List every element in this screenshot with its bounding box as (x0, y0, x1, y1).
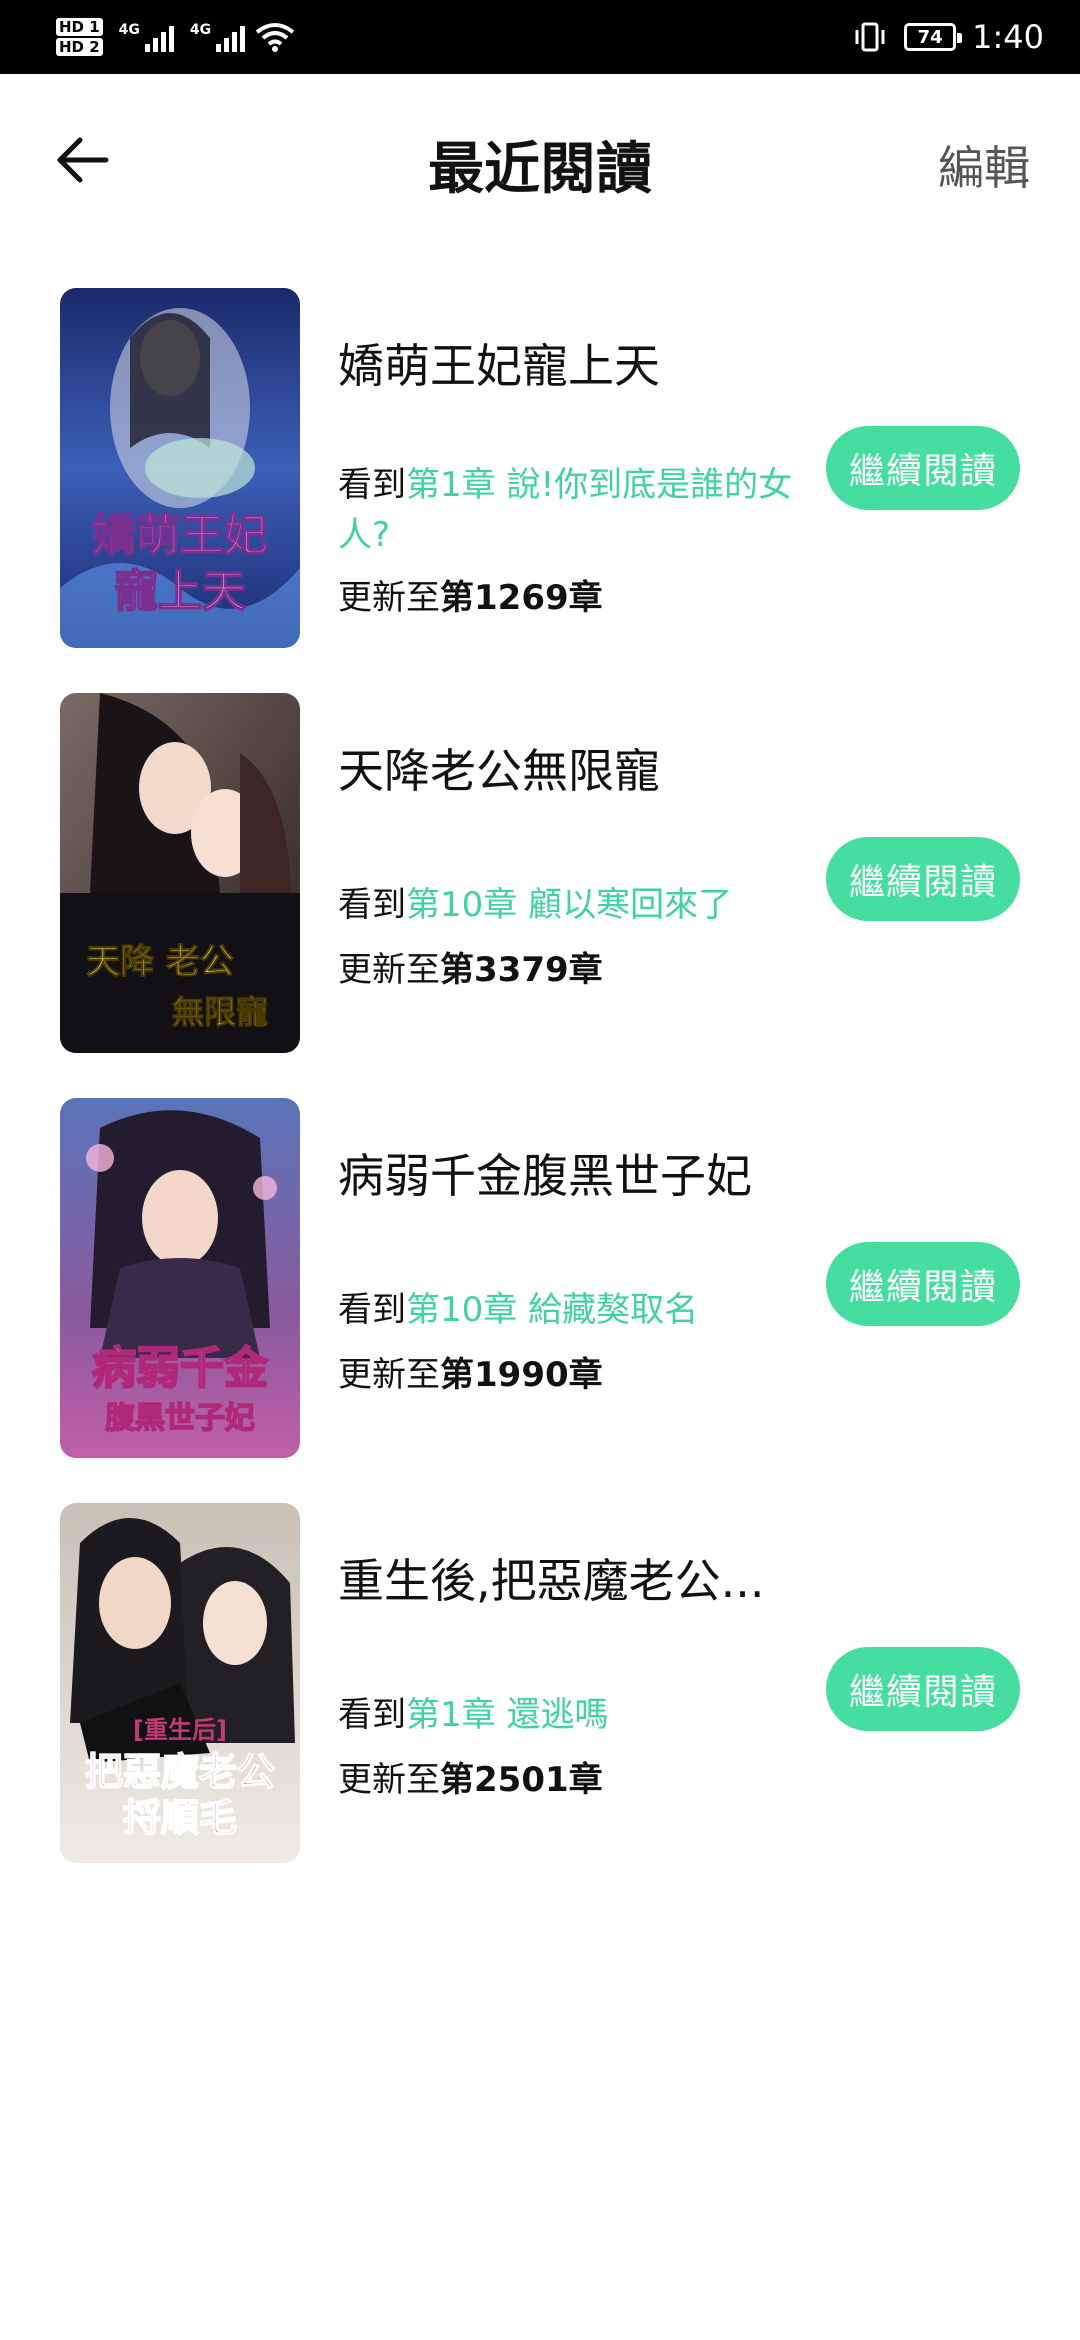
cover-title-line-2: 無限寵 (172, 993, 268, 1031)
status-bar: HD 1 HD 2 4G 4G 74 1:40 (0, 0, 1080, 74)
cover-title-line-2: 腹黑世子妃 (105, 1401, 255, 1436)
cover-title-line-1: 嬌萌王妃 (92, 510, 268, 561)
list-item[interactable]: 嬌萌王妃 寵上天 嬌萌王妃寵上天 看到第1章 說!你到底是誰的女人? 更新至第1… (0, 250, 1080, 655)
update-chapter: 第2501章 (440, 1760, 603, 1800)
book-cover[interactable]: 病弱千金 腹黑世子妃 (60, 1098, 300, 1458)
vibrate-icon (855, 22, 885, 52)
signal-icon: 4G (119, 22, 174, 52)
cover-title-line-1: 天降 老公 (86, 942, 234, 982)
continue-reading-button[interactable]: 繼續閱讀 (826, 426, 1020, 510)
cover-image: [重生后] 把惡魔老公 捋順毛 (60, 1503, 300, 1863)
read-progress: 看到第1章 說!你到底是誰的女人? (338, 460, 818, 560)
app-header: 最近閱讀 編輯 (0, 74, 1080, 249)
hd-indicators: HD 1 HD 2 (56, 18, 103, 56)
cover-image: 病弱千金 腹黑世子妃 (60, 1098, 300, 1458)
update-info: 更新至第1269章 (338, 570, 603, 619)
cover-image: 嬌萌王妃 寵上天 (60, 288, 300, 648)
read-chapter-link[interactable]: 第10章 顧以寒回來了 (406, 885, 732, 925)
continue-reading-button[interactable]: 繼續閱讀 (826, 1242, 1020, 1326)
book-cover[interactable]: 天降 老公 無限寵 (60, 693, 300, 1053)
update-chapter: 第3379章 (440, 950, 603, 990)
edit-button[interactable]: 編輯 (938, 132, 1030, 198)
book-cover[interactable]: 嬌萌王妃 寵上天 (60, 288, 300, 648)
hd2-badge: HD 2 (56, 38, 103, 56)
book-title[interactable]: 重生後,把惡魔老公... (338, 1545, 765, 1611)
clock: 1:40 (972, 18, 1044, 56)
book-cover[interactable]: [重生后] 把惡魔老公 捋順毛 (60, 1503, 300, 1863)
cover-title-line-0: [重生后] (133, 1716, 227, 1744)
cover-title-line-1: 把惡魔老公 (85, 1750, 275, 1794)
read-chapter-link[interactable]: 第1章 說!你到底是誰的女人? (338, 465, 792, 555)
status-left: HD 1 HD 2 4G 4G (56, 18, 295, 56)
book-title[interactable]: 嬌萌王妃寵上天 (338, 330, 660, 396)
read-progress: 看到第10章 顧以寒回來了 (338, 880, 818, 930)
read-progress: 看到第1章 還逃嗎 (338, 1690, 818, 1740)
cover-title-line-2: 捋順毛 (123, 1796, 237, 1840)
cover-title-line-2: 寵上天 (114, 566, 246, 617)
read-prefix: 看到 (338, 1695, 406, 1735)
network-type-label: 4G (118, 22, 140, 38)
battery-level: 74 (917, 26, 943, 48)
hd1-badge: HD 1 (56, 18, 103, 36)
continue-reading-button[interactable]: 繼續閱讀 (826, 1647, 1020, 1731)
signal-icon-2: 4G (189, 22, 246, 52)
read-progress: 看到第10章 給藏獒取名 (338, 1285, 818, 1335)
cover-image: 天降 老公 無限寵 (60, 693, 300, 1053)
update-info: 更新至第3379章 (338, 942, 603, 991)
list-item[interactable]: 病弱千金 腹黑世子妃 病弱千金腹黑世子妃 看到第10章 給藏獒取名 更新至第19… (0, 1060, 1080, 1465)
update-chapter: 第1990章 (440, 1355, 603, 1395)
update-info: 更新至第2501章 (338, 1752, 603, 1801)
wifi-icon (255, 23, 295, 52)
read-prefix: 看到 (338, 1290, 406, 1330)
list-item[interactable]: [重生后] 把惡魔老公 捋順毛 重生後,把惡魔老公... 看到第1章 還逃嗎 更… (0, 1465, 1080, 1870)
network-type-label-2: 4G (189, 22, 212, 38)
book-title[interactable]: 病弱千金腹黑世子妃 (338, 1140, 752, 1206)
book-title[interactable]: 天降老公無限寵 (338, 735, 660, 801)
update-info: 更新至第1990章 (338, 1347, 603, 1396)
page-title: 最近閱讀 (428, 137, 652, 202)
read-prefix: 看到 (338, 465, 406, 505)
read-prefix: 看到 (338, 885, 406, 925)
battery-icon: 74 (904, 23, 963, 51)
list-item[interactable]: 天降 老公 無限寵 天降老公無限寵 看到第10章 顧以寒回來了 更新至第3379… (0, 655, 1080, 1060)
read-chapter-link[interactable]: 第10章 給藏獒取名 (406, 1290, 698, 1330)
update-prefix: 更新至 (338, 950, 440, 990)
update-prefix: 更新至 (338, 1760, 440, 1800)
read-chapter-link[interactable]: 第1章 還逃嗎 (406, 1695, 608, 1735)
update-prefix: 更新至 (338, 578, 440, 618)
status-right: 74 1:40 (852, 18, 1044, 56)
update-prefix: 更新至 (338, 1355, 440, 1395)
continue-reading-button[interactable]: 繼續閱讀 (826, 837, 1020, 921)
cover-title-line-1: 病弱千金 (92, 1343, 269, 1394)
update-chapter: 第1269章 (440, 578, 603, 618)
recent-reading-list: 嬌萌王妃 寵上天 嬌萌王妃寵上天 看到第1章 說!你到底是誰的女人? 更新至第1… (0, 250, 1080, 1870)
